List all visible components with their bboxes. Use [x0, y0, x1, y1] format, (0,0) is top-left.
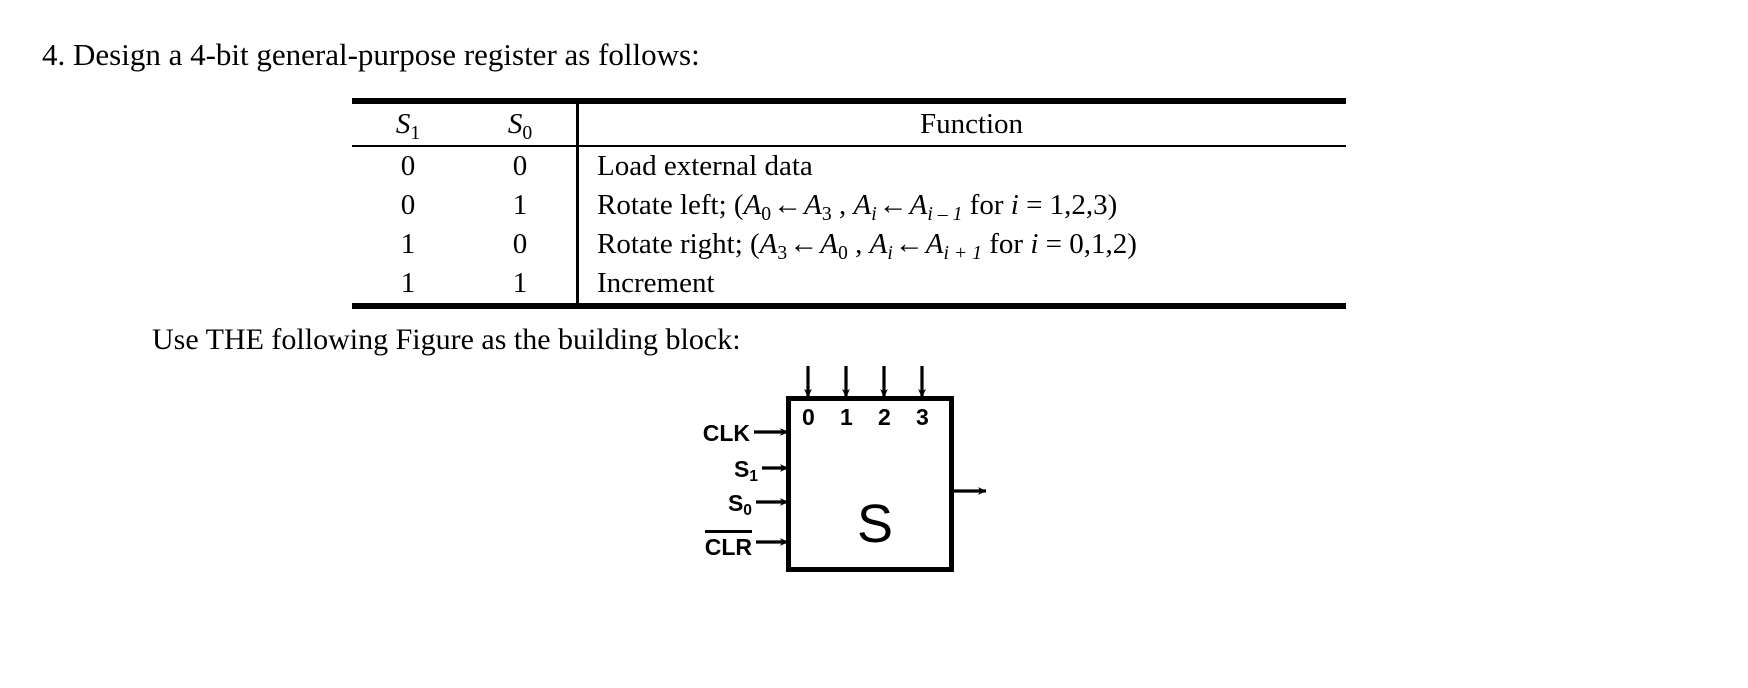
s1-input-sub: 1 — [749, 468, 758, 486]
table-header-row: S1 S0 Function — [352, 104, 1346, 145]
column-header-s1: S1 — [352, 104, 464, 145]
bit-label-1: 1 — [840, 404, 853, 430]
formula-term1-sub: 3 — [777, 241, 788, 264]
cell-function: Increment — [576, 264, 1346, 303]
formula-for: for — [962, 189, 1011, 221]
formula-for: for — [982, 228, 1031, 260]
clr-input-text: CLR — [704, 530, 752, 561]
table-row: 1 1 Increment — [352, 264, 1346, 303]
table-bottom-rule — [352, 303, 1346, 309]
formula-term3: A — [869, 228, 888, 260]
s0-input-sub: 0 — [743, 502, 752, 520]
formula-values: = 0,1,2) — [1038, 228, 1137, 260]
formula-term2-sub: 3 — [821, 202, 832, 225]
formula-term2: A — [804, 189, 822, 221]
formula-comma: , — [831, 189, 854, 221]
cell-s1: 0 — [400, 189, 416, 221]
s1-input-base: S — [733, 456, 750, 482]
function-truth-table: S1 S0 Function 0 0 Load external data 0 … — [352, 98, 1346, 309]
column-header-function: Function — [576, 104, 1346, 145]
formula-prefix: Rotate left; ( — [597, 189, 744, 221]
cell-s1: 1 — [400, 267, 416, 299]
formula-prefix: Rotate right; ( — [597, 228, 760, 260]
formula-term1: A — [759, 228, 778, 260]
formula-term3-sub: i — [871, 202, 877, 225]
left-arrow-icon: ← — [878, 189, 908, 221]
s1-symbol: S — [395, 108, 411, 140]
s0-subscript: 0 — [522, 121, 533, 144]
s1-input-label: S1 — [680, 456, 758, 486]
cell-function: Load external data — [576, 147, 1346, 186]
left-arrow-icon: ← — [773, 189, 803, 221]
use-figure-instruction: Use THE following Figure as the building… — [152, 323, 741, 356]
clk-input-label: CLK — [702, 420, 750, 446]
table-row: 0 0 Load external data — [352, 147, 1346, 186]
cell-function: Rotate left; (A0←A3 , Ai←Ai – 1 for i = … — [576, 186, 1346, 225]
truth-table: S1 S0 Function — [352, 104, 1346, 145]
formula-term4-sub: i + 1 — [943, 241, 982, 264]
bit-label-0: 0 — [802, 404, 815, 430]
s1-subscript: 1 — [410, 121, 421, 144]
s0-symbol: S — [507, 108, 523, 140]
formula-values: = 1,2,3) — [1018, 189, 1118, 221]
formula-term4: A — [909, 189, 928, 221]
formula-term3-sub: i — [887, 241, 893, 264]
table-row: 1 0 Rotate right; (A3←A0 , Ai←Ai + 1 for… — [352, 225, 1346, 264]
s0-input-label: S0 — [680, 490, 752, 520]
formula-term1-sub: 0 — [761, 202, 772, 225]
cell-s0: 0 — [512, 228, 528, 260]
bit-label-3: 3 — [916, 404, 929, 430]
formula-comma: , — [847, 228, 870, 260]
cell-function: Rotate right; (A3←A0 , Ai←Ai + 1 for i =… — [576, 225, 1346, 264]
formula-index-var: i — [1010, 189, 1019, 221]
cell-s0: 1 — [512, 189, 528, 221]
cell-s1: 1 — [400, 228, 416, 260]
left-arrow-icon: ← — [789, 228, 819, 260]
bit-label-2: 2 — [878, 404, 891, 430]
formula-term3: A — [853, 189, 872, 221]
register-block-figure: S 0 1 2 3 CLK S1 S0 CLR — [680, 360, 1020, 590]
page-title: 4. Design a 4-bit general-purpose regist… — [42, 37, 700, 72]
formula-term4-sub: i – 1 — [927, 202, 963, 225]
formula-term4: A — [925, 228, 944, 260]
cell-s1: 0 — [400, 150, 416, 182]
left-input-arrows — [754, 428, 789, 546]
column-header-s0: S0 — [464, 104, 578, 145]
block-letter-label: S — [856, 494, 894, 554]
cell-s0: 0 — [512, 150, 528, 182]
cell-s0: 1 — [512, 267, 528, 299]
formula-term2: A — [820, 228, 838, 260]
s0-input-base: S — [727, 490, 744, 516]
table-row: 0 1 Rotate left; (A0←A3 , Ai←Ai – 1 for … — [352, 186, 1346, 225]
truth-table-body: 0 0 Load external data 0 1 Rotate left; … — [352, 147, 1346, 303]
formula-term2-sub: 0 — [837, 241, 848, 264]
clr-input-label: CLR — [680, 530, 752, 561]
left-arrow-icon: ← — [894, 228, 924, 260]
formula-term1: A — [743, 189, 762, 221]
top-input-arrows — [804, 366, 926, 398]
